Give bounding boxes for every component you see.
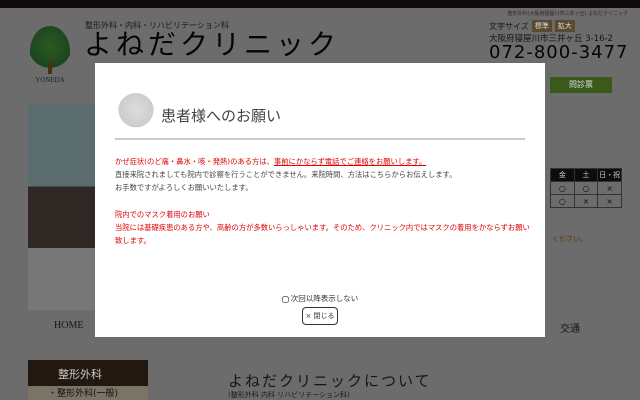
tree-trunk [48,62,52,74]
about-subtitle: (整形外科 内科 リハビリテーション科) [228,391,350,399]
dont-show-again-label: 次回以降表示しない [290,294,359,303]
logo-text: YONEDA [35,76,65,84]
call-ahead-text: 事前にかならず電話でご連絡をお願いします。 [273,157,427,166]
schedule-table: 金土日・祝 ○ ○ × ○ × × [550,168,622,208]
nav-access[interactable]: 交通 [560,320,580,335]
schedule-cell: ○ [550,194,575,208]
modal-body: かぜ症状(のど痛・鼻水・咳・発熱)のある方は、事前にかならず電話でご連絡をお願い… [115,155,530,247]
modal-header: 患者様へのお願い [115,93,525,140]
schedule-header: 金 [550,168,575,182]
modal-title: 患者様へのお願い [161,107,282,125]
about-title: よねだクリニックについて [228,374,432,390]
schedule-cell: × [573,194,599,208]
schedule-cell: × [597,194,622,208]
clinic-logo[interactable]: YONEDA [26,26,74,98]
close-button[interactable]: × 閉じる [302,307,338,325]
dont-show-again[interactable]: 次回以降表示しない [95,293,545,304]
schedule-cell: × [597,181,622,195]
questionnaire-button[interactable]: 問診票 [550,77,612,93]
tree-icon [117,93,155,135]
notice-modal: 患者様へのお願い かぜ症状(のど痛・鼻水・咳・発熱)のある方は、事前にかならず電… [95,63,545,337]
schedule-cell: ○ [550,181,575,195]
nav-home[interactable]: HOME [54,320,83,335]
schedule-header: 日・祝 [597,168,622,182]
site-title[interactable]: よねだクリニック [84,30,340,60]
dont-show-again-checkbox[interactable] [281,295,289,303]
direct-visit-text: 直接来院されましても院内で診察を行うことができません。来院時間、方法はこちらから… [115,170,457,179]
schedule-header: 土 [573,168,599,182]
font-size-control: 文字サイズ 標準 拡大 [489,20,575,32]
clinic-photo [28,104,95,310]
tagline: 整形外科(大阪府寝屋川市三井ヶ丘) よねだクリニック [507,11,629,17]
mask-text: 当院には基礎疾患のある方や、高齢の方が多数いらっしゃいます。そのため、クリニック… [115,223,530,245]
font-size-standard-button[interactable]: 標準 [531,20,552,32]
sidebar-heading-orthopedics[interactable]: 整形外科 [28,360,148,386]
sidebar-item-orthopedics-general[interactable]: ・整形外科(一般) [28,386,148,400]
top-bar [0,0,640,8]
mask-heading: 院内でのマスク着用のお願い [115,210,210,219]
thanks-text: お手数ですがよろしくお願いいたします。 [115,183,253,192]
cold-symptoms-notice: かぜ症状(のど痛・鼻水・咳・発熱)のある方は、事前にかならず電話でご連絡をお願い… [115,155,530,168]
font-size-label: 文字サイズ [489,21,529,31]
cold-symptoms-text: かぜ症状(のど痛・鼻水・咳・発熱)のある方は、 [115,157,274,166]
font-size-large-button[interactable]: 拡大 [554,20,575,32]
schedule-note: ください。 [552,235,587,243]
phone-number[interactable]: 072-800-3477 [489,43,629,62]
schedule-cell: ○ [573,181,599,195]
